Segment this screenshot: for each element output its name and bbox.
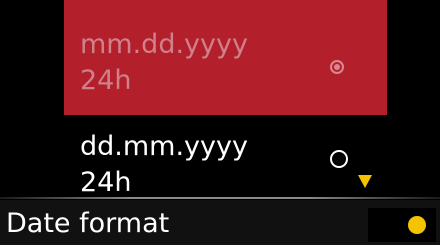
triangle-down-icon[interactable]	[358, 175, 372, 188]
footer-divider	[0, 197, 440, 199]
radio-unselected-icon	[330, 150, 348, 168]
yellow-dot-icon	[408, 216, 426, 234]
date-format-screen: mm.dd.yyyy 24h dd.mm.yyyy 24h Date forma…	[0, 0, 440, 245]
page-title: Date format	[6, 208, 170, 239]
option-time-format-label: 24h	[80, 65, 132, 96]
option-date-format-label: dd.mm.yyyy	[80, 131, 248, 162]
footer-bar: Date format	[0, 200, 440, 245]
option-mm-dd-yyyy-24h[interactable]: mm.dd.yyyy 24h	[64, 0, 387, 115]
option-time-format-label: 24h	[80, 167, 132, 198]
option-date-format-label: mm.dd.yyyy	[80, 29, 248, 60]
status-indicator	[368, 208, 436, 242]
radio-selected-icon	[330, 60, 344, 74]
option-dd-mm-yyyy-24h[interactable]: dd.mm.yyyy 24h	[64, 122, 387, 198]
